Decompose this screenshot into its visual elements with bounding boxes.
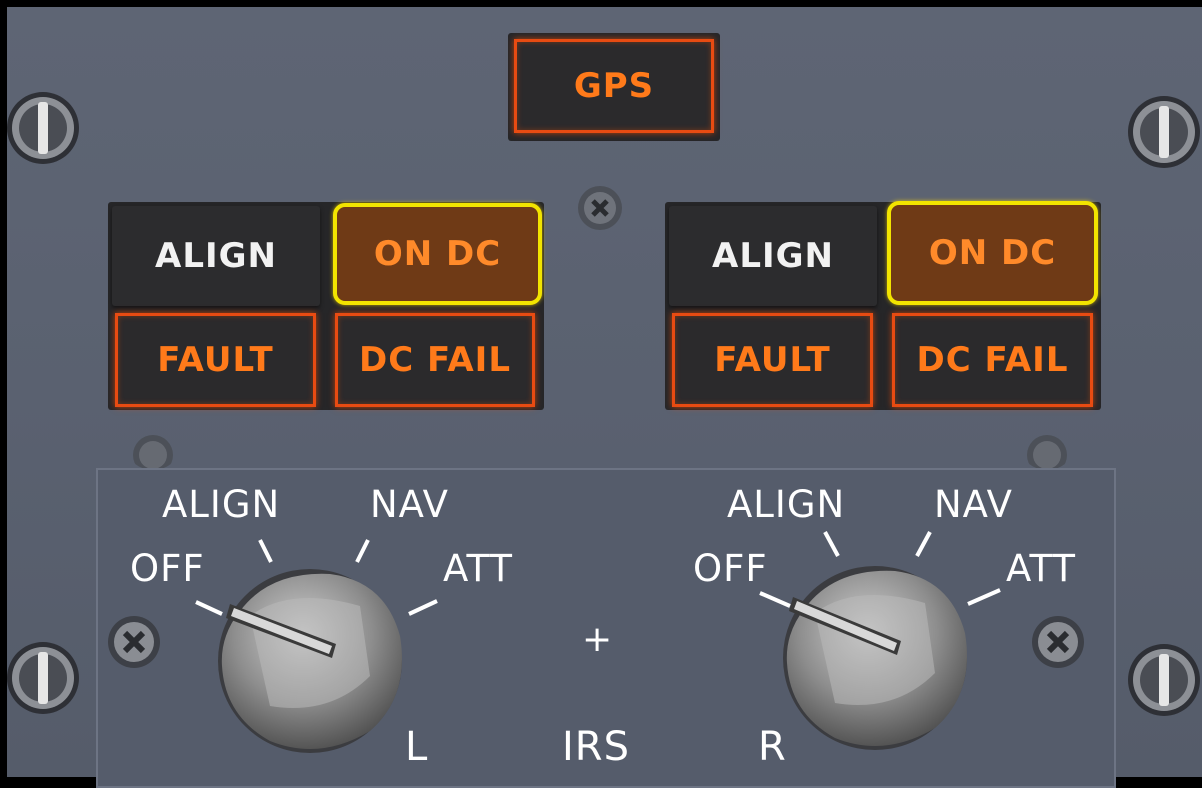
left-mode-selector-knob[interactable] — [210, 556, 410, 756]
irs-title-label: IRS — [562, 724, 630, 770]
right-mode-selector-knob[interactable] — [775, 553, 975, 753]
left-side-label: L — [405, 724, 429, 770]
center-plus-mark: + — [582, 619, 614, 660]
left-selector-tick-marks — [195, 531, 1001, 616]
right-side-label: R — [758, 724, 787, 770]
